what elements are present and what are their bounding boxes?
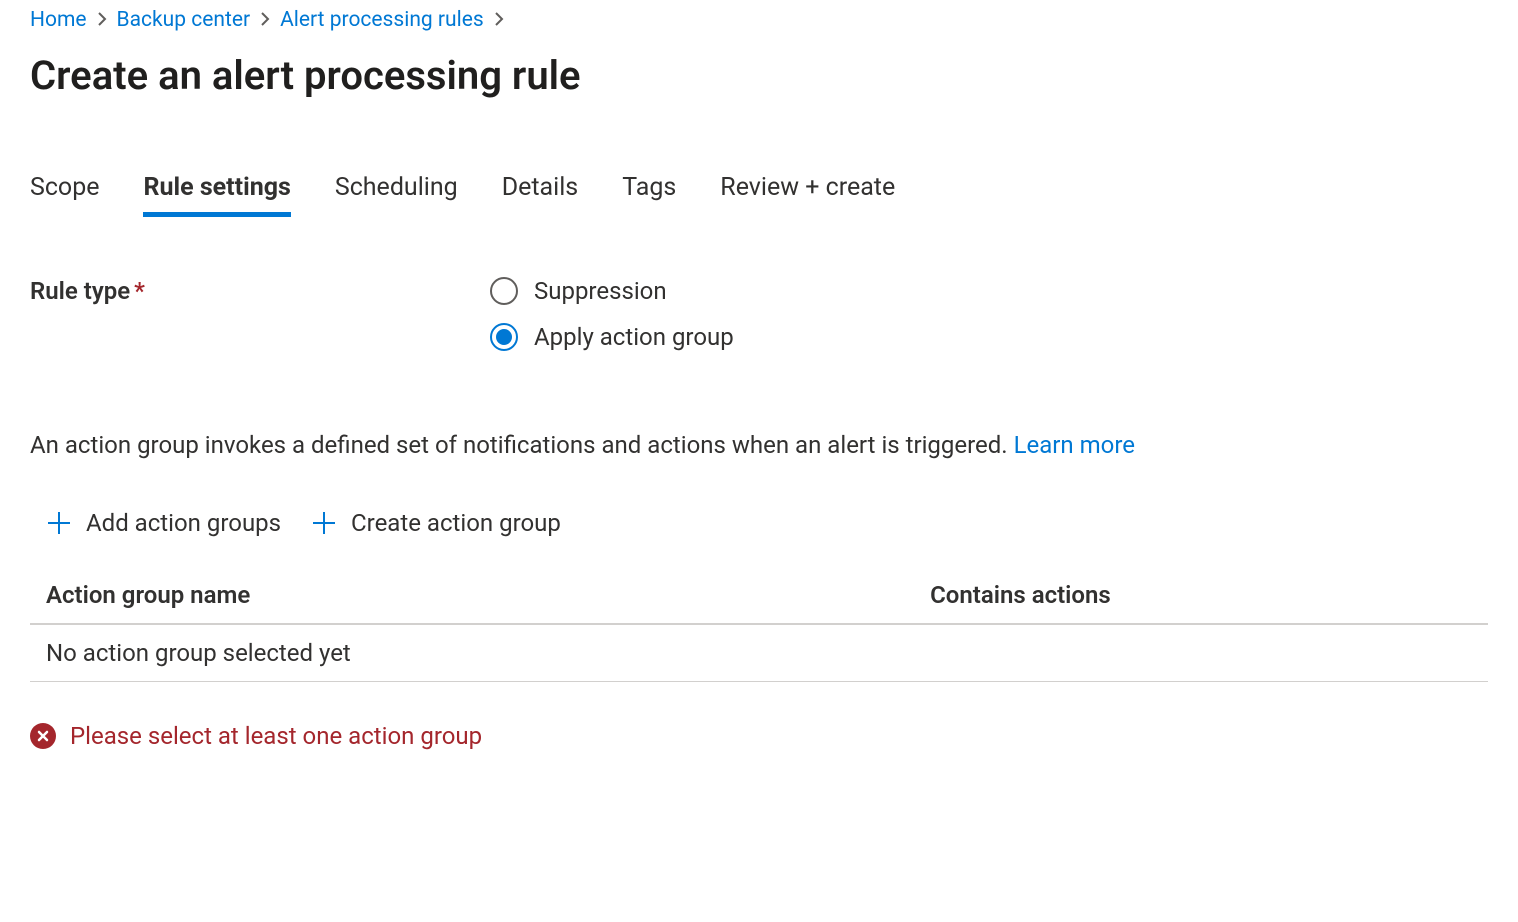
tab-review-create[interactable]: Review + create: [720, 169, 895, 217]
table-header: Action group name Contains actions: [30, 567, 1488, 625]
breadcrumb-home[interactable]: Home: [30, 8, 87, 32]
tab-tags[interactable]: Tags: [622, 169, 676, 217]
action-buttons: Add action groups Create action group: [30, 509, 1488, 537]
error-message: Please select at least one action group: [70, 722, 482, 750]
page-title: Create an alert processing rule: [30, 52, 1488, 99]
radio-label: Suppression: [534, 277, 667, 305]
chevron-right-icon: [97, 11, 107, 30]
table-row: No action group selected yet: [30, 625, 1488, 682]
chevron-right-icon: [494, 11, 504, 30]
radio-label: Apply action group: [534, 323, 734, 351]
breadcrumb: Home Backup center Alert processing rule…: [30, 8, 1488, 32]
required-asterisk: *: [134, 277, 145, 305]
tabs: Scope Rule settings Scheduling Details T…: [30, 169, 1488, 217]
add-action-groups-button[interactable]: Add action groups: [46, 509, 281, 537]
radio-icon: [490, 323, 518, 351]
rule-type-row: Rule type* Suppression Apply action grou…: [30, 277, 1488, 351]
action-groups-table: Action group name Contains actions No ac…: [30, 567, 1488, 682]
tab-details[interactable]: Details: [502, 169, 579, 217]
empty-state-text: No action group selected yet: [46, 639, 930, 667]
tab-scope[interactable]: Scope: [30, 169, 99, 217]
breadcrumb-backup-center[interactable]: Backup center: [117, 8, 251, 32]
plus-icon: [311, 510, 337, 536]
chevron-right-icon: [260, 11, 270, 30]
rule-type-options: Suppression Apply action group: [490, 277, 734, 351]
radio-apply-action-group[interactable]: Apply action group: [490, 323, 734, 351]
tab-rule-settings[interactable]: Rule settings: [143, 169, 290, 217]
action-group-description: An action group invokes a defined set of…: [30, 431, 1488, 459]
column-action-group-name: Action group name: [46, 581, 930, 609]
button-label: Create action group: [351, 509, 561, 537]
learn-more-link[interactable]: Learn more: [1014, 431, 1135, 459]
error-icon: [30, 723, 56, 749]
create-action-group-button[interactable]: Create action group: [311, 509, 561, 537]
button-label: Add action groups: [86, 509, 281, 537]
radio-icon: [490, 277, 518, 305]
tab-scheduling[interactable]: Scheduling: [335, 169, 458, 217]
plus-icon: [46, 510, 72, 536]
rule-type-label: Rule type*: [30, 277, 490, 305]
validation-error: Please select at least one action group: [30, 722, 1488, 750]
radio-suppression[interactable]: Suppression: [490, 277, 734, 305]
column-contains-actions: Contains actions: [930, 581, 1472, 609]
breadcrumb-alert-processing-rules[interactable]: Alert processing rules: [280, 8, 484, 32]
